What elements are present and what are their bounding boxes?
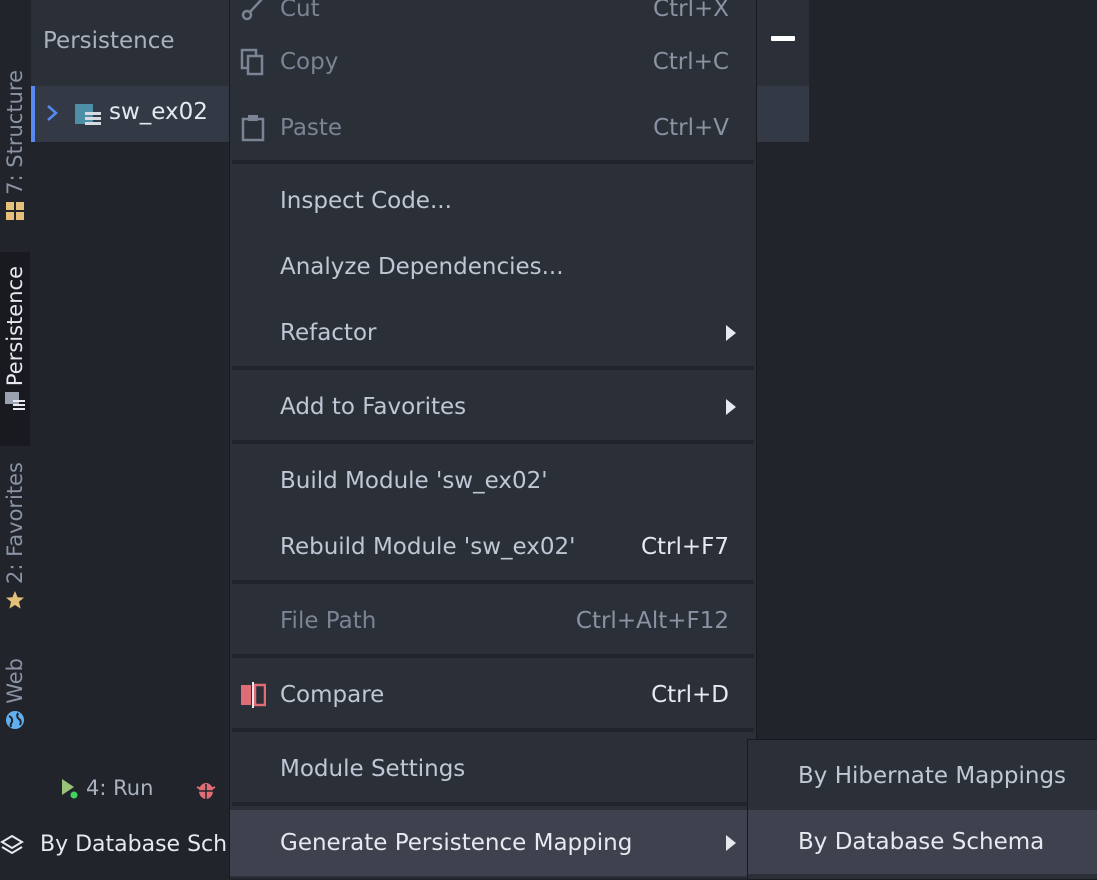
layers-icon (0, 834, 24, 855)
menu-item-add-to-favorites[interactable]: Add to Favorites (230, 378, 756, 436)
module-icon (75, 104, 101, 125)
menu-separator (232, 366, 754, 370)
paste-icon (241, 115, 265, 142)
shortcut: Ctrl+D (651, 682, 729, 708)
panel-title: Persistence (43, 28, 175, 54)
menu-separator (232, 580, 754, 584)
copy-icon (240, 48, 264, 76)
menu-item-label: Refactor (280, 320, 377, 346)
submenu-item-label: By Hibernate Mappings (798, 763, 1067, 789)
minimize-button[interactable] (771, 36, 795, 41)
tree-item-label: sw_ex02 (109, 99, 208, 125)
structure-tab[interactable]: 7: Structure (0, 70, 30, 230)
menu-item-label: Inspect Code... (280, 188, 452, 214)
shortcut: Ctrl+C (652, 49, 729, 75)
persistence-icon (5, 392, 25, 411)
run-tab-label: 4: Run (86, 776, 154, 800)
menu-item-label: Module Settings (280, 756, 466, 782)
menu-item-rebuild-module[interactable]: Rebuild Module 'sw_ex02' Ctrl+F7 (230, 518, 756, 576)
persistence-tab[interactable]: Persistence (0, 252, 30, 446)
run-icon (62, 779, 78, 799)
menu-separator (232, 654, 754, 658)
tool-window-strip: 7: Structure Persistence 2: Favorites We… (0, 0, 30, 878)
web-tab[interactable]: Web (0, 658, 30, 748)
menu-item-paste[interactable]: Paste Ctrl+V (230, 99, 756, 157)
shortcut: Ctrl+Alt+F12 (575, 608, 729, 634)
context-menu: Cut Ctrl+X Copy Ctrl+C Paste Ctrl+V Insp… (229, 0, 757, 878)
menu-item-label: Paste (280, 115, 343, 141)
menu-separator (232, 440, 754, 444)
menu-item-label: Copy (280, 49, 339, 75)
persistence-tab-label: Persistence (3, 266, 27, 387)
structure-tab-label: 7: Structure (3, 70, 27, 195)
menu-item-copy[interactable]: Copy Ctrl+C (230, 33, 756, 91)
favorites-tab[interactable]: 2: Favorites (0, 462, 30, 622)
star-icon (6, 590, 24, 609)
structure-icon (6, 201, 24, 220)
menu-item-label: Rebuild Module 'sw_ex02' (280, 534, 576, 560)
web-tab-label: Web (3, 658, 27, 704)
shortcut: Ctrl+X (653, 0, 729, 22)
menu-item-label: Generate Persistence Mapping (280, 830, 633, 856)
menu-item-label: File Path (280, 608, 377, 634)
submenu-arrow-icon (726, 399, 736, 415)
menu-separator (232, 728, 754, 732)
menu-separator (232, 802, 754, 806)
menu-item-inspect-code[interactable]: Inspect Code... (230, 172, 756, 230)
submenu-arrow-icon (726, 835, 736, 851)
menu-item-label: Analyze Dependencies... (280, 254, 564, 280)
menu-item-label: Compare (280, 682, 385, 708)
menu-item-generate-persistence-mapping[interactable]: Generate Persistence Mapping (230, 810, 756, 876)
menu-item-label: Build Module 'sw_ex02' (280, 468, 548, 494)
menu-item-analyze-dependencies[interactable]: Analyze Dependencies... (230, 238, 756, 296)
status-text: By Database Sch (40, 832, 228, 857)
menu-item-build-module[interactable]: Build Module 'sw_ex02' (230, 452, 756, 510)
shortcut: Ctrl+V (653, 115, 729, 141)
menu-item-refactor[interactable]: Refactor (230, 304, 756, 362)
cut-icon (241, 0, 263, 21)
chevron-right-icon[interactable] (44, 102, 60, 124)
compare-icon (241, 682, 266, 708)
shortcut: Ctrl+F7 (640, 534, 729, 560)
menu-item-label: Add to Favorites (280, 394, 467, 420)
generate-submenu: By Hibernate Mappings By Database Schema (747, 739, 1097, 880)
menu-item-compare[interactable]: Compare Ctrl+D (230, 666, 756, 724)
submenu-arrow-icon (726, 325, 736, 341)
menu-item-label: Cut (280, 0, 320, 22)
menu-item-module-settings[interactable]: Module Settings (230, 740, 756, 798)
globe-icon (6, 710, 24, 729)
debug-icon[interactable] (196, 779, 216, 801)
menu-separator (232, 160, 754, 164)
run-tab[interactable]: 4: Run (60, 776, 153, 800)
selection-indicator (31, 86, 35, 142)
menu-item-file-path[interactable]: File Path Ctrl+Alt+F12 (230, 592, 756, 650)
submenu-item-by-database-schema[interactable]: By Database Schema (748, 810, 1097, 874)
favorites-tab-label: 2: Favorites (3, 462, 27, 584)
submenu-item-label: By Database Schema (798, 829, 1045, 855)
submenu-item-by-hibernate-mappings[interactable]: By Hibernate Mappings (748, 744, 1097, 808)
